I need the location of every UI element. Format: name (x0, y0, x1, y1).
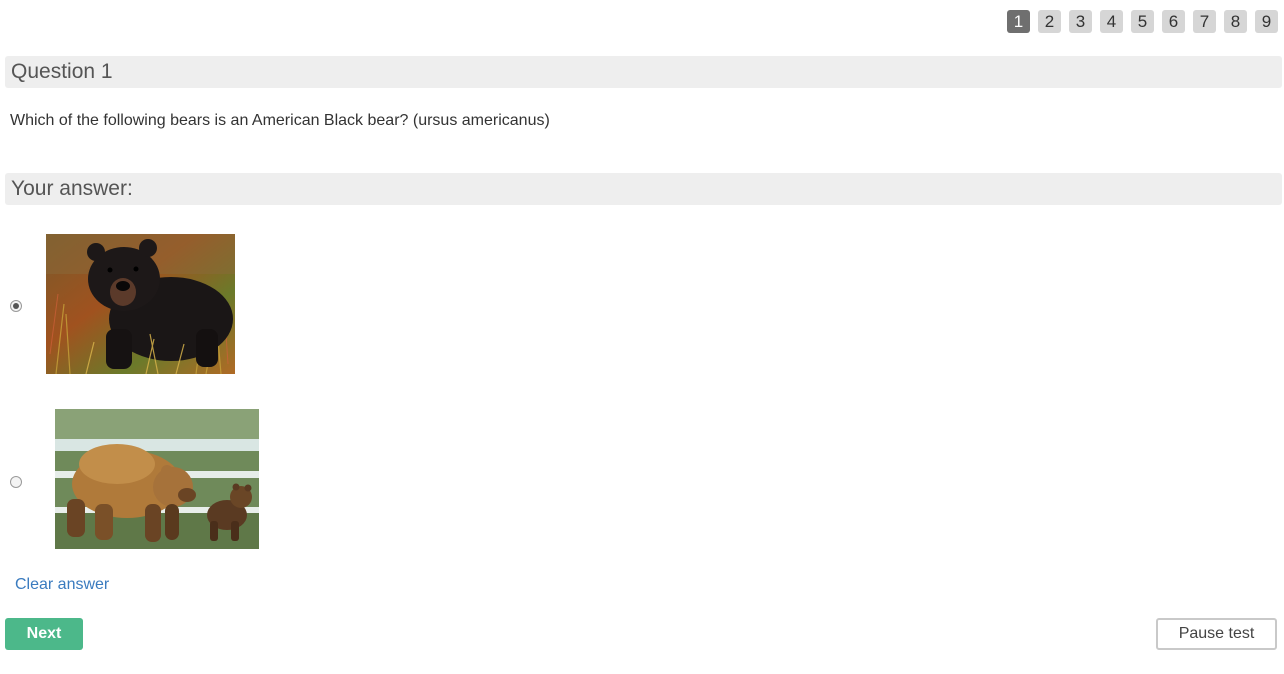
question-nav-2[interactable]: 2 (1038, 10, 1061, 33)
option-1-radio[interactable] (10, 300, 22, 312)
question-header: Question 1 (5, 56, 1282, 88)
black-bear-image[interactable] (46, 234, 235, 374)
option-2-radio[interactable] (10, 476, 22, 488)
question-nav-6[interactable]: 6 (1162, 10, 1185, 33)
next-button[interactable]: Next (5, 618, 83, 650)
question-nav-4[interactable]: 4 (1100, 10, 1123, 33)
question-nav-7[interactable]: 7 (1193, 10, 1216, 33)
question-navigation: 1 2 3 4 5 6 7 8 9 (1007, 10, 1278, 33)
pause-test-button[interactable]: Pause test (1156, 618, 1277, 650)
question-nav-3[interactable]: 3 (1069, 10, 1092, 33)
clear-answer-link[interactable]: Clear answer (15, 576, 109, 594)
answer-header: Your answer: (5, 173, 1282, 205)
question-nav-1[interactable]: 1 (1007, 10, 1030, 33)
question-text: Which of the following bears is an Ameri… (10, 112, 550, 129)
question-nav-8[interactable]: 8 (1224, 10, 1247, 33)
question-nav-9[interactable]: 9 (1255, 10, 1278, 33)
brown-bear-image[interactable] (55, 409, 259, 549)
question-nav-5[interactable]: 5 (1131, 10, 1154, 33)
